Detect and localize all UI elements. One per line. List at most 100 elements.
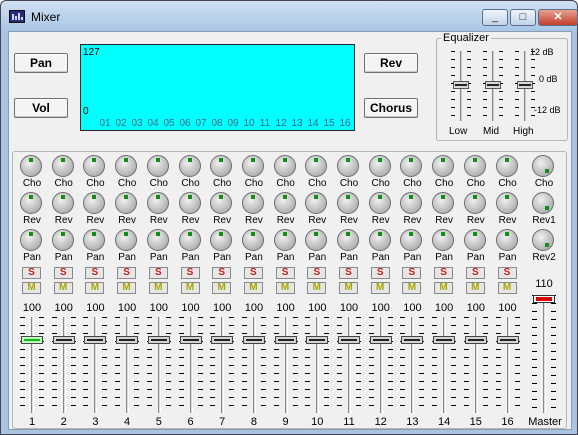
fader-thumb[interactable] — [464, 335, 487, 344]
eq-slider-thumb[interactable] — [485, 81, 501, 89]
pan-knob[interactable] — [368, 229, 391, 251]
mute-button[interactable]: M — [307, 282, 327, 294]
pan-knob[interactable] — [241, 229, 264, 251]
mute-button[interactable]: M — [275, 282, 295, 294]
fader-thumb[interactable] — [116, 335, 139, 344]
pan-knob[interactable] — [146, 229, 169, 251]
pan-knob[interactable] — [210, 229, 233, 251]
solo-button[interactable]: S — [85, 267, 105, 279]
pan-knob[interactable] — [463, 229, 486, 251]
chorus-knob[interactable] — [400, 155, 423, 177]
solo-button[interactable]: S — [148, 267, 168, 279]
mute-button[interactable]: M — [85, 282, 105, 294]
chorus-knob[interactable] — [51, 155, 74, 177]
master-rev2-knob[interactable] — [532, 229, 554, 251]
fader-thumb[interactable] — [21, 335, 43, 344]
reverb-knob[interactable] — [368, 192, 391, 214]
chorus-knob[interactable] — [337, 155, 359, 177]
eq-slider-high[interactable] — [515, 51, 535, 121]
chorus-knob[interactable] — [115, 155, 138, 177]
chorus-knob[interactable] — [368, 155, 391, 177]
master-chorus-knob[interactable] — [532, 155, 554, 177]
volume-fader[interactable] — [400, 317, 425, 413]
fader-thumb[interactable] — [433, 335, 456, 344]
close-button[interactable]: ✕ — [538, 9, 578, 26]
title-bar[interactable]: Mixer _ □ ✕ — [1, 1, 578, 31]
volume-fader[interactable] — [178, 317, 203, 413]
reverb-knob[interactable] — [273, 192, 296, 214]
chorus-knob[interactable] — [210, 155, 233, 177]
reverb-knob[interactable] — [51, 192, 74, 214]
pan-knob[interactable] — [400, 229, 423, 251]
fader-thumb[interactable] — [52, 335, 75, 344]
solo-button[interactable]: S — [339, 267, 358, 279]
fader-thumb[interactable] — [179, 335, 202, 344]
pan-knob[interactable] — [273, 229, 296, 251]
solo-button[interactable]: S — [243, 267, 263, 279]
fader-thumb[interactable] — [338, 335, 360, 344]
solo-button[interactable]: S — [402, 267, 422, 279]
solo-button[interactable]: S — [465, 267, 485, 279]
reverb-knob[interactable] — [115, 192, 138, 214]
eq-slider-thumb[interactable] — [453, 81, 469, 89]
mute-button[interactable]: M — [22, 282, 41, 294]
maximize-button[interactable]: □ — [510, 9, 536, 26]
solo-button[interactable]: S — [370, 267, 390, 279]
volume-fader[interactable] — [210, 317, 235, 413]
solo-button[interactable]: S — [307, 267, 327, 279]
pan-knob[interactable] — [20, 229, 42, 251]
solo-button[interactable]: S — [53, 267, 73, 279]
chorus-knob[interactable] — [20, 155, 42, 177]
solo-button[interactable]: S — [117, 267, 137, 279]
chorus-knob[interactable] — [495, 155, 518, 177]
mute-button[interactable]: M — [497, 282, 517, 294]
mute-button[interactable]: M — [117, 282, 137, 294]
mute-button[interactable]: M — [53, 282, 73, 294]
reverb-knob[interactable] — [210, 192, 233, 214]
pan-knob[interactable] — [115, 229, 138, 251]
volume-fader[interactable] — [146, 317, 171, 413]
fader-thumb[interactable] — [496, 335, 519, 344]
chorus-knob[interactable] — [178, 155, 201, 177]
chorus-knob[interactable] — [83, 155, 106, 177]
mute-button[interactable]: M — [339, 282, 358, 294]
reverb-knob[interactable] — [146, 192, 169, 214]
reverb-knob[interactable] — [305, 192, 328, 214]
chorus-knob[interactable] — [463, 155, 486, 177]
pan-knob[interactable] — [83, 229, 106, 251]
mute-button[interactable]: M — [370, 282, 390, 294]
pan-knob[interactable] — [337, 229, 359, 251]
volume-fader[interactable] — [83, 317, 108, 413]
fader-thumb[interactable] — [147, 335, 170, 344]
reverb-knob[interactable] — [178, 192, 201, 214]
pan-knob[interactable] — [178, 229, 201, 251]
volume-fader[interactable] — [20, 317, 44, 413]
minimize-button[interactable]: _ — [482, 9, 508, 26]
volume-fader[interactable] — [51, 317, 76, 413]
volume-fader[interactable] — [495, 317, 520, 413]
fader-thumb[interactable] — [274, 335, 297, 344]
master-rev1-knob[interactable] — [532, 192, 554, 214]
chorus-knob[interactable] — [305, 155, 328, 177]
reverb-knob[interactable] — [432, 192, 455, 214]
eq-slider-thumb[interactable] — [517, 81, 533, 89]
solo-button[interactable]: S — [275, 267, 295, 279]
reverb-knob[interactable] — [463, 192, 486, 214]
solo-button[interactable]: S — [22, 267, 41, 279]
volume-fader[interactable] — [532, 295, 556, 413]
rev-button[interactable]: Rev — [364, 53, 418, 73]
chorus-knob[interactable] — [273, 155, 296, 177]
pan-button[interactable]: Pan — [14, 53, 68, 73]
volume-fader[interactable] — [273, 317, 298, 413]
fader-thumb[interactable] — [306, 335, 329, 344]
mute-button[interactable]: M — [243, 282, 263, 294]
volume-fader[interactable] — [305, 317, 330, 413]
reverb-knob[interactable] — [241, 192, 264, 214]
reverb-knob[interactable] — [400, 192, 423, 214]
volume-fader[interactable] — [368, 317, 393, 413]
chorus-knob[interactable] — [432, 155, 455, 177]
chorus-button[interactable]: Chorus — [364, 98, 418, 118]
fader-thumb[interactable] — [533, 295, 555, 303]
mute-button[interactable]: M — [148, 282, 168, 294]
pan-knob[interactable] — [495, 229, 518, 251]
